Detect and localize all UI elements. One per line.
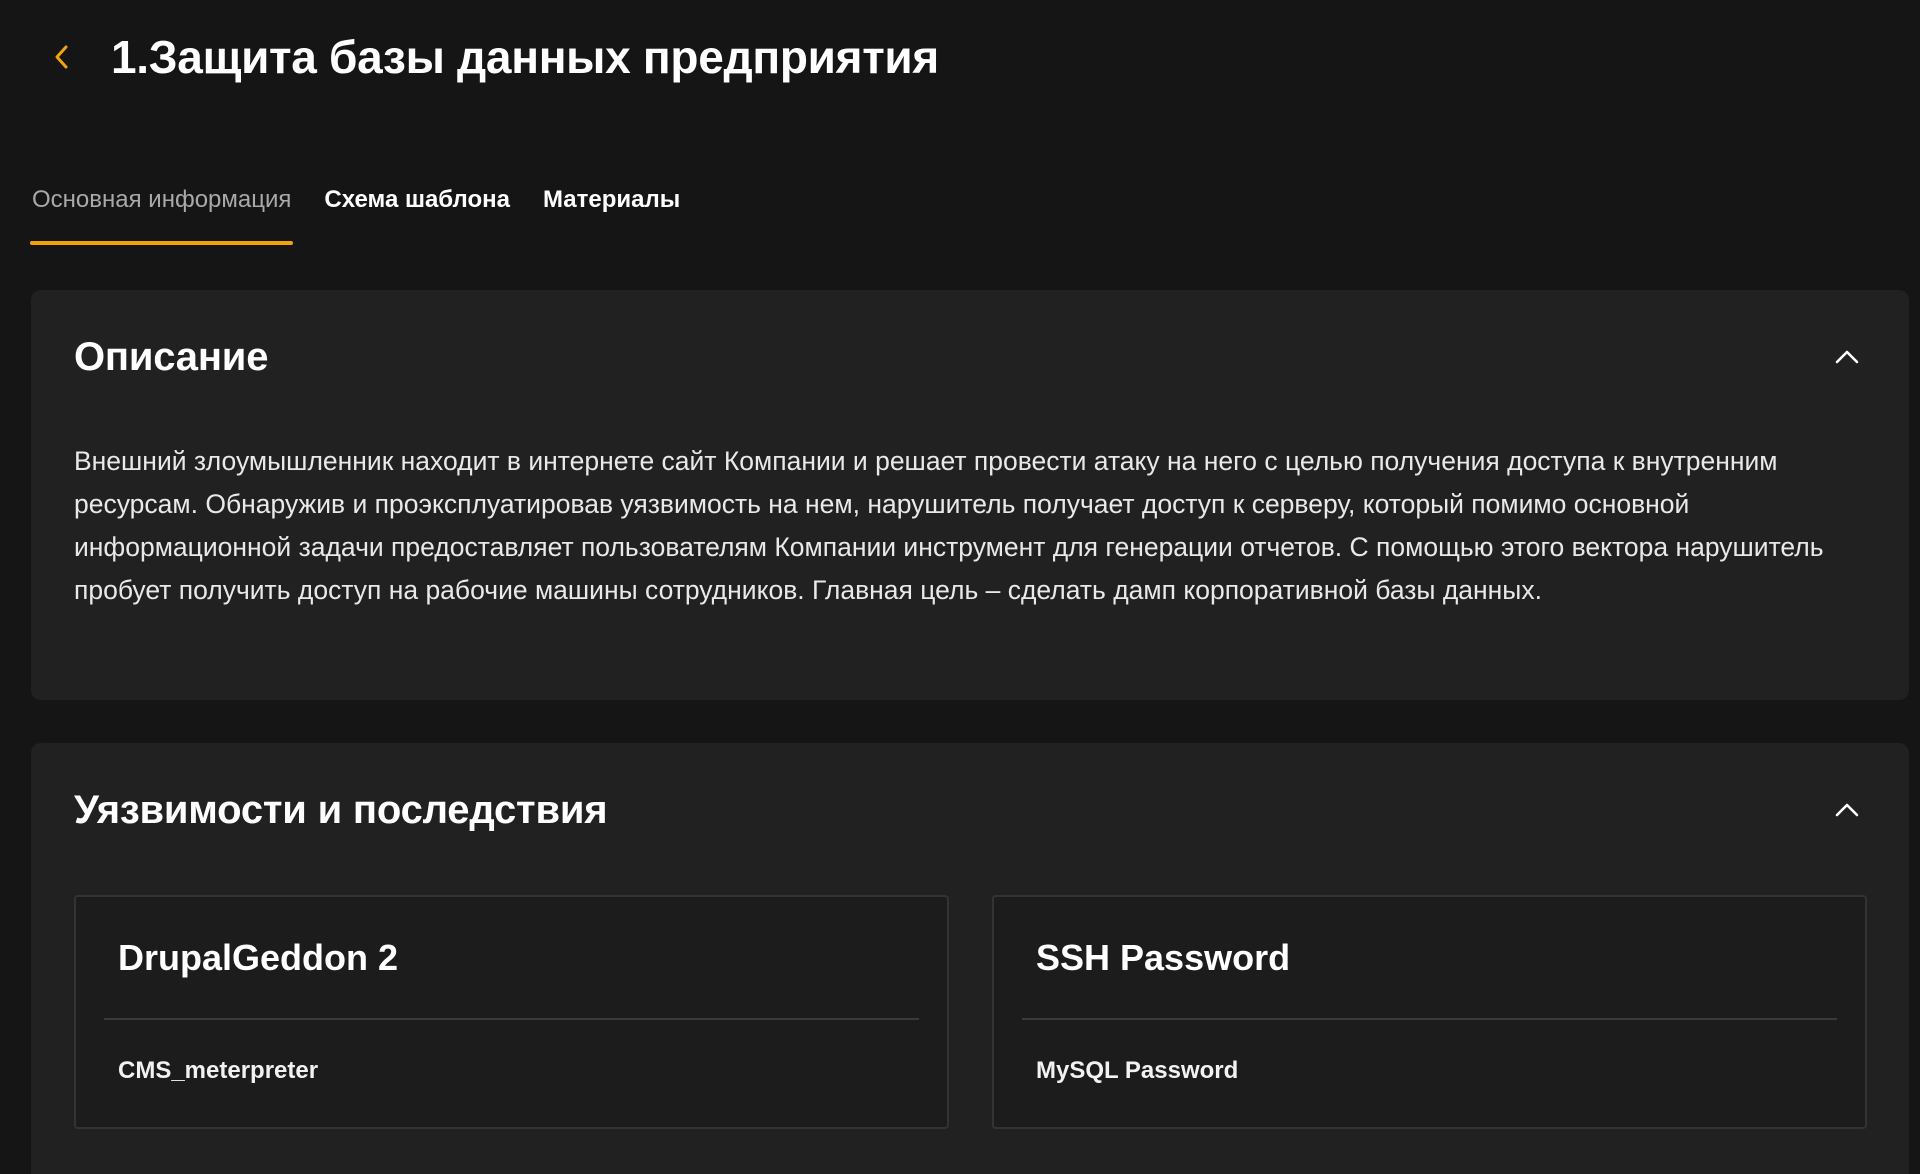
chevron-left-icon [55, 45, 68, 69]
chevron-up-icon [1835, 350, 1859, 364]
description-card: Описание Внешний злоумышленник находит в… [31, 290, 1909, 700]
tab-bar: Основная информация Схема шаблона Матери… [30, 178, 711, 246]
description-text: Внешний злоумышленник находит в интернет… [74, 446, 1824, 605]
page-title: 1.Защита базы данных предприятия [111, 31, 939, 83]
divider [1022, 1018, 1837, 1020]
description-collapse-button[interactable] [1827, 337, 1867, 377]
vulnerability-name: DrupalGeddon 2 [118, 937, 399, 978]
vulnerability-name: SSH Password [1036, 937, 1291, 978]
vulnerability-consequence: MySQL Password [1036, 1057, 1239, 1084]
vulnerabilities-collapse-button[interactable] [1827, 790, 1867, 830]
description-card-header: Описание [74, 327, 1867, 387]
vulnerability-item-drupalgeddon[interactable]: DrupalGeddon 2 CMS_meterpreter [74, 895, 949, 1129]
page-header: 1.Защита базы данных предприятия [40, 22, 939, 92]
vulnerability-consequence: CMS_meterpreter [118, 1057, 319, 1084]
tab-template-scheme[interactable]: Схема шаблона [322, 178, 512, 238]
back-button[interactable] [40, 35, 84, 79]
page: 1.Защита базы данных предприятия Основна… [0, 0, 1920, 1174]
vulnerabilities-title: Уязвимости и последствия [74, 787, 608, 832]
description-title: Описание [74, 334, 269, 379]
vulnerabilities-card: Уязвимости и последствия DrupalGeddon 2 … [31, 743, 1909, 1174]
tab-main-info[interactable]: Основная информация [30, 178, 294, 245]
vulnerabilities-card-header: Уязвимости и последствия [74, 780, 1867, 840]
vulnerability-item-ssh-password[interactable]: SSH Password MySQL Password [992, 895, 1867, 1129]
divider [104, 1018, 919, 1020]
tab-materials[interactable]: Материалы [541, 178, 682, 238]
chevron-up-icon [1835, 803, 1859, 817]
vulnerability-list: DrupalGeddon 2 CMS_meterpreter SSH Passw… [74, 895, 1867, 1129]
